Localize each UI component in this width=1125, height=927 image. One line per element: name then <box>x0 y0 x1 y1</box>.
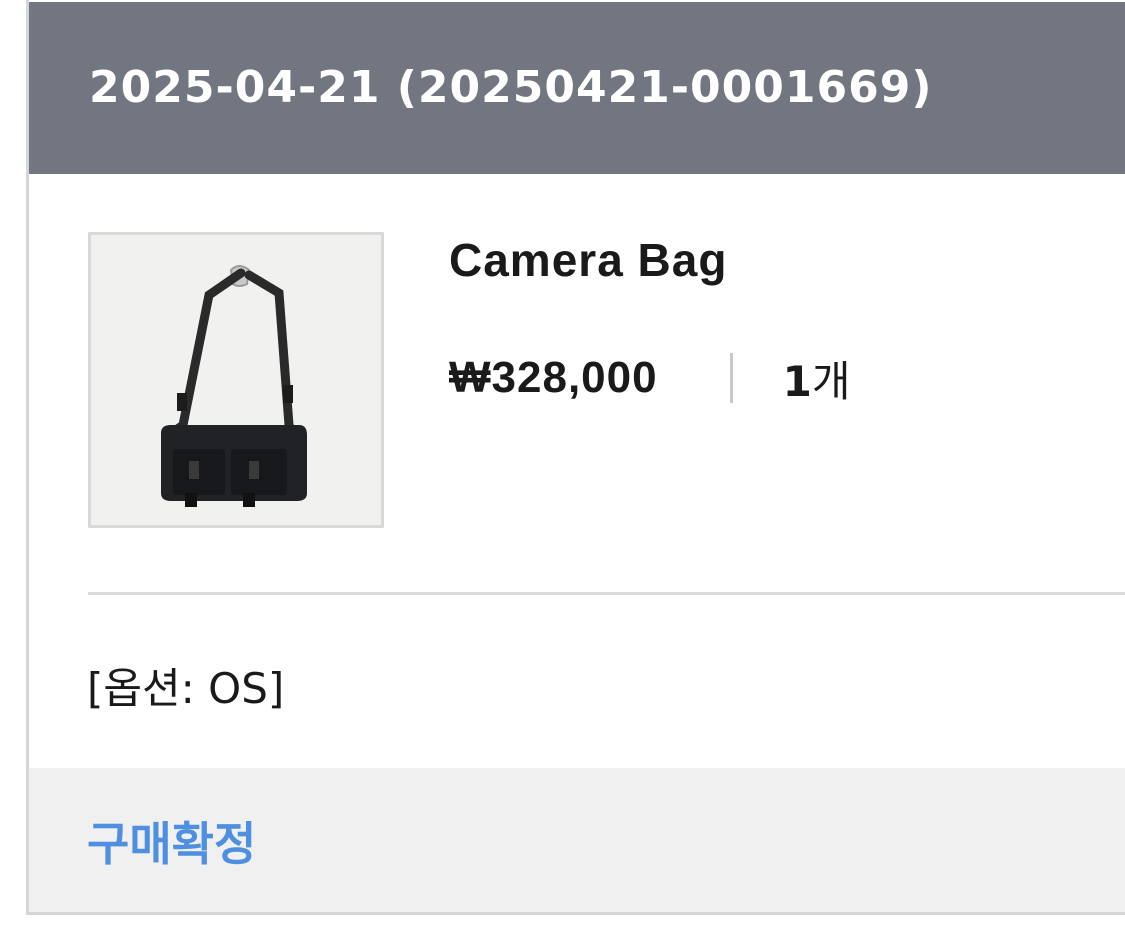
camera-bag-image <box>91 235 381 525</box>
product-quantity: 1개 <box>783 348 851 409</box>
product-name[interactable]: Camera Bag <box>449 233 727 287</box>
item-divider <box>88 592 1125 595</box>
order-date-number: 2025-04-21 (20250421-0001669) <box>89 62 933 113</box>
purchase-confirm-button[interactable]: 구매확정 <box>87 808 256 874</box>
order-card: 2025-04-21 (20250421-0001669) Camera Bag… <box>26 0 1125 915</box>
order-header: 2025-04-21 (20250421-0001669) <box>29 2 1125 174</box>
price-quantity-row: ₩328,000 1개 <box>449 350 850 406</box>
quantity-number: 1 <box>782 356 812 406</box>
product-price: ₩328,000 <box>449 353 658 402</box>
product-option: [옵션: OS] <box>87 664 285 713</box>
quantity-unit: 개 <box>811 356 851 406</box>
product-thumbnail[interactable] <box>88 232 384 528</box>
order-actions-footer: 구매확정 <box>29 768 1125 912</box>
price-quantity-separator <box>729 353 733 403</box>
